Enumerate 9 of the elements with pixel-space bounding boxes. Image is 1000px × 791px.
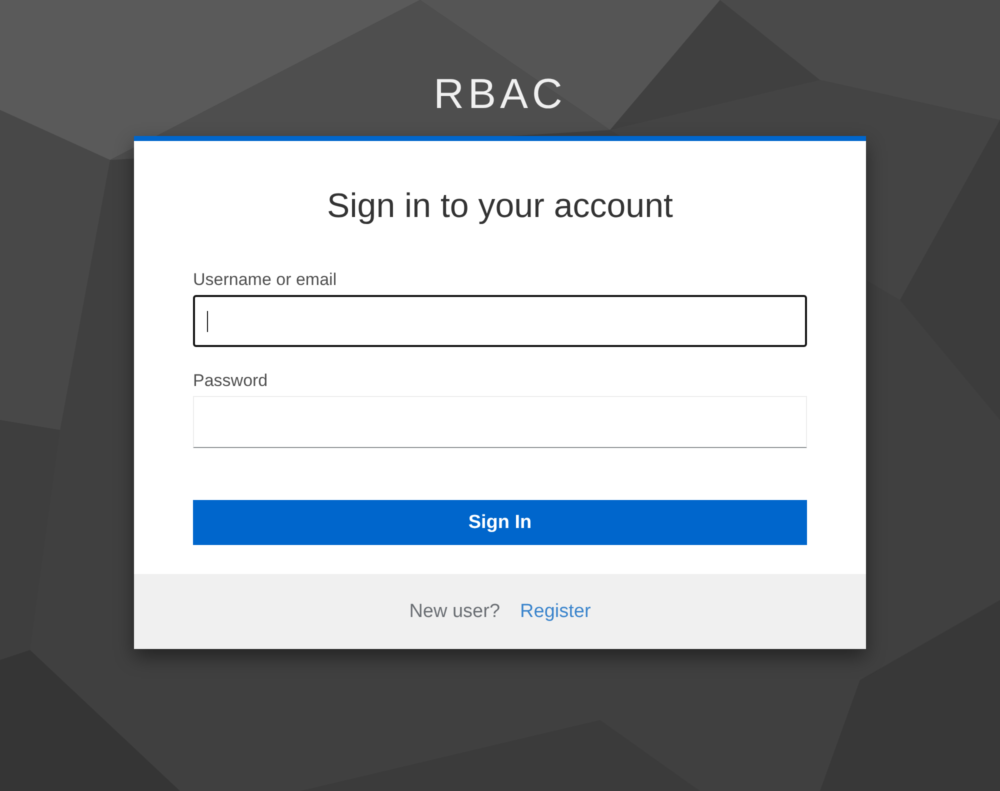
text-cursor [207, 310, 208, 332]
brand-title: RBAC [434, 70, 566, 118]
input-field[interactable] [193, 295, 807, 347]
footer-prompt: New user? [409, 600, 500, 622]
card-heading: Sign in to your account [327, 187, 673, 226]
sign-in-button[interactable]: Sign In [193, 500, 807, 545]
register-link[interactable]: Register [520, 600, 591, 622]
field-label: Password [193, 371, 269, 391]
field-label: Username or email [193, 270, 338, 290]
